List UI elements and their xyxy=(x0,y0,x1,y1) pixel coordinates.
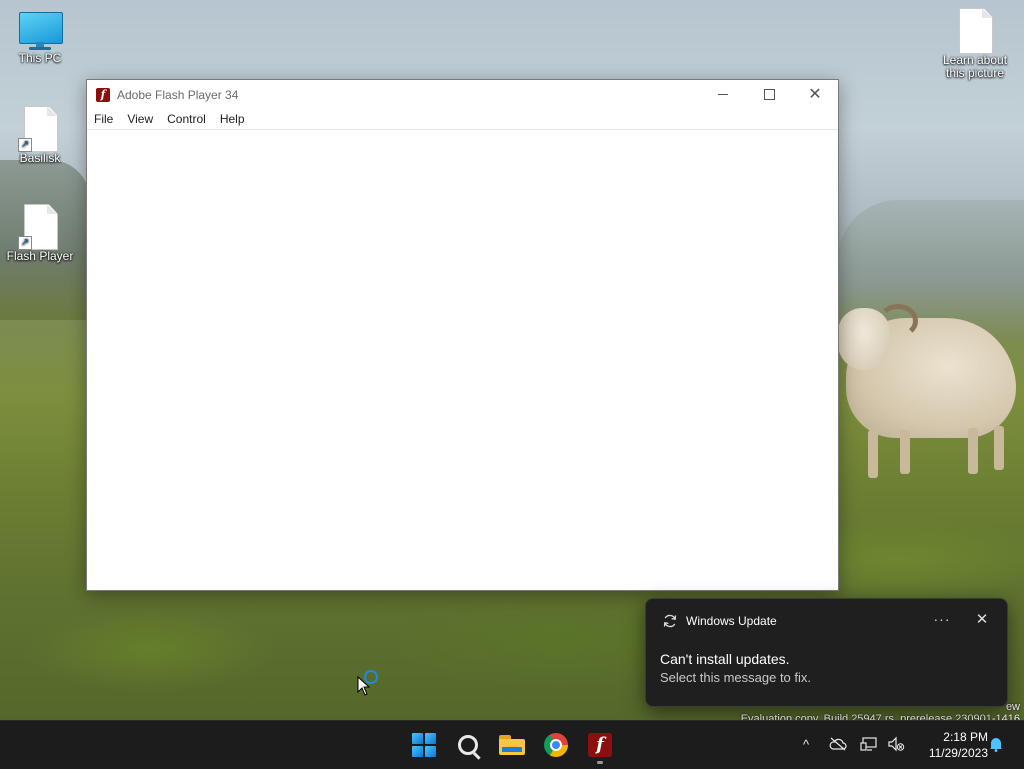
computer-icon xyxy=(19,12,63,50)
flash-player-window[interactable]: f Adobe Flash Player 34 ✕ File View Cont… xyxy=(86,79,839,591)
chevron-up-icon: ^ xyxy=(802,736,810,752)
taskbar-search-button[interactable] xyxy=(451,729,485,761)
file-icon: ↗ xyxy=(18,106,58,152)
network-tray-button[interactable] xyxy=(858,733,880,755)
clock-date: 11/29/2023 xyxy=(928,746,988,760)
notification-close-icon[interactable]: ✕ xyxy=(972,610,992,628)
desktop-icon-label: Learn about this picture xyxy=(942,53,1008,80)
network-icon xyxy=(860,737,877,751)
windows-logo-icon xyxy=(412,733,436,757)
wallpaper-sheep-horn xyxy=(878,304,918,338)
chrome-icon xyxy=(544,733,568,757)
menu-bar: File View Control Help xyxy=(87,109,838,130)
windows-update-notification[interactable]: Windows Update ··· ✕ Can't install updat… xyxy=(645,598,1008,707)
running-indicator xyxy=(597,761,603,764)
notification-center-button[interactable] xyxy=(985,733,1007,755)
menu-view[interactable]: View xyxy=(120,109,160,129)
wallpaper-sheep-leg xyxy=(900,430,910,474)
minimize-icon xyxy=(718,94,728,95)
bell-icon xyxy=(990,738,1002,752)
notification-title: Can't install updates. xyxy=(660,651,790,667)
minimize-button[interactable] xyxy=(700,80,746,109)
flash-content-area[interactable] xyxy=(87,130,838,590)
notification-app-name: Windows Update xyxy=(686,614,777,628)
show-hidden-icons-button[interactable]: ^ xyxy=(795,733,817,755)
volume-muted-icon xyxy=(888,736,905,752)
desktop-icon-this-pc[interactable]: This PC xyxy=(0,12,80,65)
desktop-icon-flash-player[interactable]: ↗ Flash Player xyxy=(0,204,80,263)
close-button[interactable]: ✕ xyxy=(792,80,838,109)
taskbar-flash-player[interactable]: f xyxy=(583,729,617,764)
taskbar-start-button[interactable] xyxy=(407,729,441,761)
shortcut-arrow-icon: ↗ xyxy=(18,236,32,250)
flash-icon: f xyxy=(96,87,110,102)
onedrive-tray-button[interactable] xyxy=(827,733,849,755)
wallpaper-sheep-leg xyxy=(868,430,878,478)
notification-header: Windows Update xyxy=(662,613,777,629)
search-icon xyxy=(458,735,478,755)
taskbar-file-explorer[interactable] xyxy=(495,729,529,761)
desktop-icon-learn-about-picture[interactable]: Learn about this picture xyxy=(935,8,1015,80)
taskbar-chrome[interactable] xyxy=(539,729,573,761)
busy-spinner-icon xyxy=(364,670,378,684)
desktop-icon-label: Flash Player xyxy=(6,249,74,263)
menu-control[interactable]: Control xyxy=(160,109,213,129)
cloud-offline-icon xyxy=(829,737,847,751)
menu-help[interactable]: Help xyxy=(213,109,252,129)
window-titlebar[interactable]: f Adobe Flash Player 34 ✕ xyxy=(87,80,838,109)
flash-icon: f xyxy=(588,733,612,757)
wallpaper-sheep-leg xyxy=(968,428,978,474)
wallpaper-sheep-leg xyxy=(994,426,1004,470)
maximize-button[interactable] xyxy=(746,80,792,109)
more-options-icon[interactable]: ··· xyxy=(932,611,952,627)
close-icon: ✕ xyxy=(808,85,822,103)
file-icon: ↗ xyxy=(18,204,58,250)
maximize-icon xyxy=(763,89,775,100)
shortcut-arrow-icon: ↗ xyxy=(18,138,32,152)
taskbar: f ^ 2:18 PM 11/29/2023 xyxy=(0,720,1024,769)
window-controls: ✕ xyxy=(700,80,838,109)
desktop-icon-basilisk[interactable]: ↗ Basilisk xyxy=(0,106,80,165)
file-icon xyxy=(957,8,993,54)
desktop-icon-label: Basilisk xyxy=(19,151,61,165)
menu-file[interactable]: File xyxy=(87,109,120,129)
folder-icon xyxy=(499,735,525,755)
sync-icon xyxy=(663,614,677,628)
desktop-icon-label: This PC xyxy=(18,51,62,65)
volume-tray-button[interactable] xyxy=(885,733,907,755)
clock-time: 2:18 PM xyxy=(943,730,988,744)
taskbar-clock[interactable]: 2:18 PM 11/29/2023 xyxy=(914,729,988,761)
window-title: Adobe Flash Player 34 xyxy=(117,87,239,102)
notification-body: Select this message to fix. xyxy=(660,670,812,685)
